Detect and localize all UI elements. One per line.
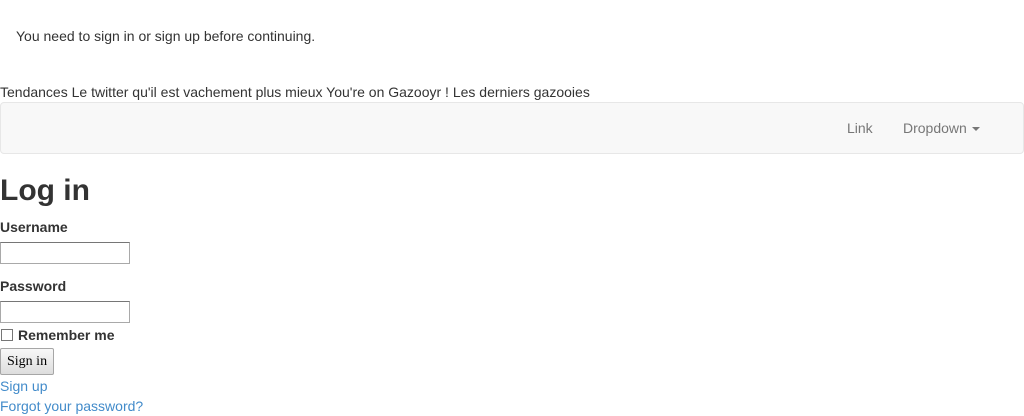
site-header-links: Tendances Le twitter qu'il est vachement… <box>0 84 590 100</box>
password-input[interactable] <box>0 301 130 323</box>
caret-down-icon <box>971 127 980 132</box>
forgot-password-link[interactable]: Forgot your password? <box>0 398 143 414</box>
header-item-tendances[interactable]: Tendances <box>0 84 68 100</box>
nav-link[interactable]: Link <box>847 103 873 153</box>
remember-me-checkbox[interactable] <box>1 329 13 341</box>
nav-dropdown-toggle[interactable]: Dropdown <box>903 103 980 153</box>
sign-in-button[interactable]: Sign in <box>0 348 55 375</box>
username-label: Username <box>0 219 68 235</box>
remember-me-row: Remember me <box>0 327 115 343</box>
nav-dropdown-label: Dropdown <box>903 120 967 136</box>
remember-me-label[interactable]: Remember me <box>18 327 115 343</box>
sign-up-link[interactable]: Sign up <box>0 378 47 394</box>
header-item-tagline: Le twitter qu'il est vachement plus mieu… <box>71 84 323 100</box>
flash-alert: You need to sign in or sign up before co… <box>0 0 1024 72</box>
username-input[interactable] <box>0 242 130 264</box>
page-title: Log in <box>0 174 90 207</box>
header-item-latest[interactable]: Les derniers gazooies <box>453 84 590 100</box>
header-item-welcome: You're on Gazooyr ! <box>326 84 449 100</box>
navbar: Link Dropdown <box>0 102 1024 154</box>
password-label: Password <box>0 278 67 294</box>
alert-message: You need to sign in or sign up before co… <box>16 28 316 44</box>
